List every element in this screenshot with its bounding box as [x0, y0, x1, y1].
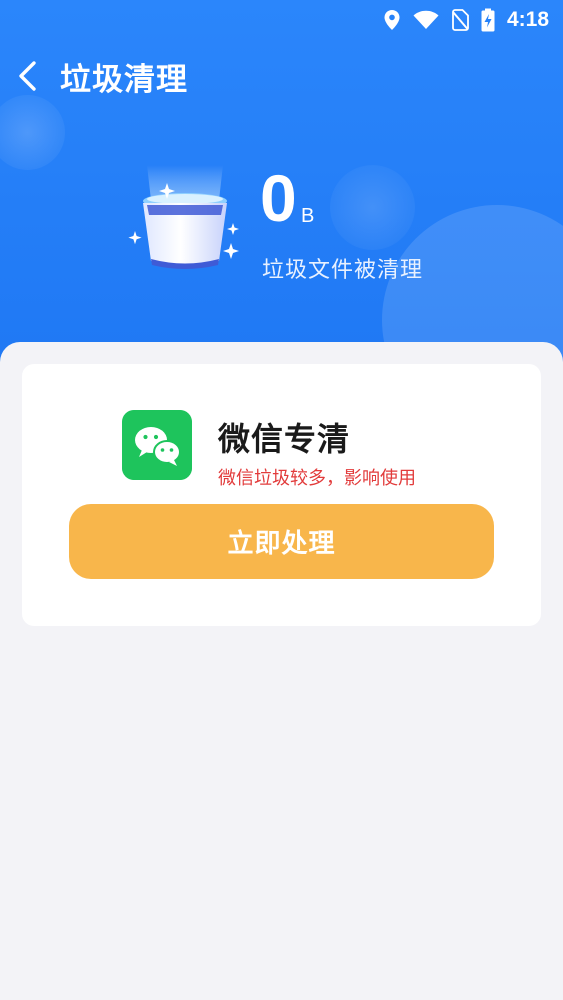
wechat-icon — [122, 410, 192, 480]
no-sim-icon — [452, 9, 469, 31]
handle-now-label: 立即处理 — [227, 528, 336, 558]
location-icon — [384, 10, 400, 30]
card-warning: 微信垃圾较多，影响使用 — [218, 468, 416, 489]
trash-bin-icon — [128, 165, 239, 269]
decor-bubble — [0, 95, 65, 170]
card-title: 微信专清 — [218, 420, 351, 458]
wechat-clean-card: 微信专清 微信垃圾较多，影响使用 立即处理 — [22, 364, 541, 626]
battery-charging-icon — [481, 8, 495, 32]
handle-now-button[interactable]: 立即处理 — [69, 504, 494, 579]
page-title: 垃圾清理 — [60, 62, 188, 98]
cleaned-size-value: 0 — [260, 161, 297, 235]
cleaned-caption: 垃圾文件被清理 — [262, 258, 424, 283]
header-banner: 4:18 垃圾清理 0 B 垃圾文件被清理 — [0, 0, 563, 370]
wifi-icon — [413, 10, 439, 30]
status-bar: 4:18 — [0, 0, 563, 42]
status-time: 4:18 — [506, 8, 549, 31]
back-icon[interactable] — [14, 58, 44, 94]
decor-bubble — [330, 165, 415, 250]
cleaned-size-unit: B — [301, 205, 315, 227]
